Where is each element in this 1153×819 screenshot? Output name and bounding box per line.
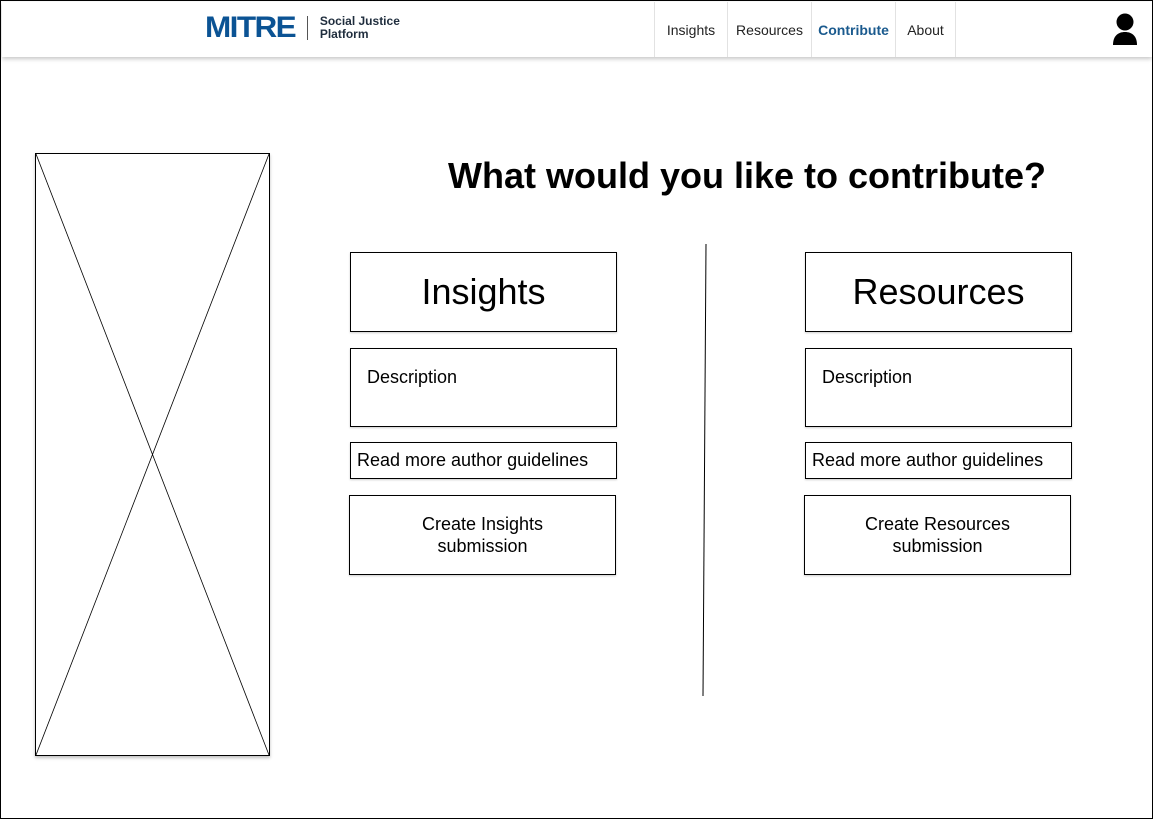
resources-guidelines-link[interactable]: Read more author guidelines (805, 442, 1072, 479)
nav-contribute[interactable]: Contribute (811, 2, 895, 57)
main-nav: Insights Resources Contribute About (654, 2, 956, 57)
page-frame: MITRE Social Justice Platform Insights R… (0, 0, 1153, 819)
resources-title-box: Resources (805, 252, 1072, 332)
mitre-logo[interactable]: MITRE Social Justice Platform (205, 11, 400, 44)
create-resources-button[interactable]: Create Resources submission (804, 495, 1071, 575)
user-icon[interactable] (1112, 12, 1138, 46)
create-insights-button[interactable]: Create Insights submission (349, 495, 616, 575)
resources-description: Description (805, 348, 1072, 427)
logo-wordmark: MITRE (205, 11, 297, 44)
create-insights-label: Create Insights submission (421, 514, 544, 556)
insights-description: Description (350, 348, 617, 427)
page-title: What would you like to contribute? (448, 155, 1046, 196)
logo-divider (306, 16, 308, 40)
image-placeholder-icon (35, 153, 270, 756)
logo-subtitle-line1: Social Justice (319, 14, 400, 28)
logo-subtitle-line2: Platform (319, 27, 369, 41)
column-divider (702, 244, 707, 697)
insights-guidelines-link[interactable]: Read more author guidelines (350, 442, 617, 479)
create-resources-label: Create Resources submission (864, 514, 1011, 556)
logo-subtitle: Social Justice Platform (320, 15, 400, 41)
nav-about[interactable]: About (895, 2, 956, 57)
nav-resources[interactable]: Resources (727, 2, 811, 57)
nav-insights[interactable]: Insights (654, 2, 727, 57)
insights-title-box: Insights (350, 252, 617, 332)
top-navbar: MITRE Social Justice Platform Insights R… (2, 2, 1152, 57)
